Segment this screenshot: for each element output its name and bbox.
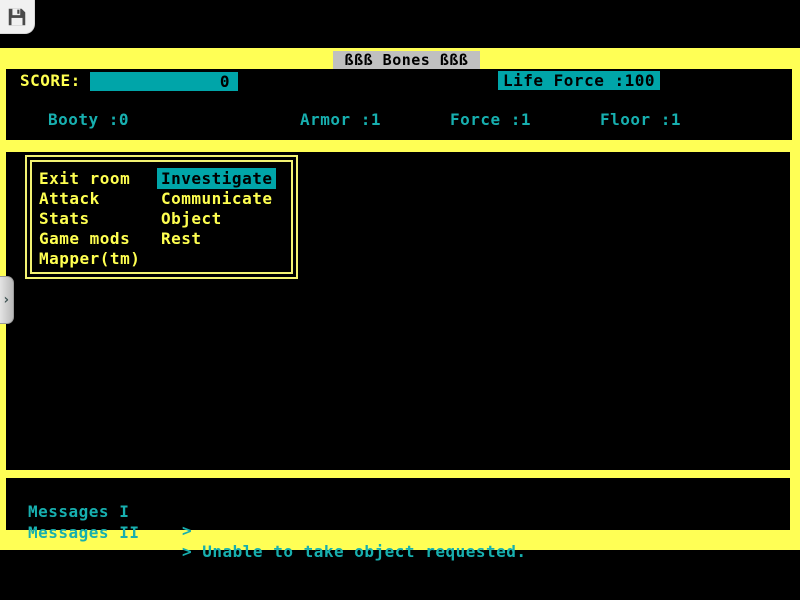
menu-column-left: Exit room Attack Stats Game mods Mapper(…	[39, 169, 140, 269]
menu-item-investigate[interactable]: Investigate	[161, 169, 276, 189]
stat-force: Force :1	[450, 110, 531, 129]
stat-floor: Floor :1	[600, 110, 681, 129]
game-title: ßßß Bones ßßß	[333, 51, 480, 69]
score-bar: 0	[90, 72, 238, 91]
menu-item-attack[interactable]: Attack	[39, 189, 140, 209]
life-force-badge: Life Force :100	[498, 71, 660, 90]
menu-item-object[interactable]: Object	[161, 209, 276, 229]
message-row: Messages II > Unable to take object requ…	[6, 504, 47, 580]
menu-item-communicate[interactable]: Communicate	[161, 189, 276, 209]
menu-item-rest[interactable]: Rest	[161, 229, 276, 249]
menu-item-exit-room[interactable]: Exit room	[39, 169, 140, 189]
messages-2-label: Messages II	[28, 523, 178, 542]
menu-column-right: Investigate Communicate Object Rest	[161, 169, 276, 249]
save-button[interactable]	[0, 0, 35, 34]
floppy-disk-icon	[6, 6, 28, 28]
selected-menu-highlight: Investigate	[157, 168, 276, 189]
stat-booty: Booty :0	[48, 110, 129, 129]
menu-item-stats[interactable]: Stats	[39, 209, 140, 229]
messages-panel: Messages I > Messages II > Unable to tak…	[6, 478, 790, 530]
stat-armor: Armor :1	[300, 110, 381, 129]
messages-1-text: >	[182, 521, 782, 540]
messages-1-label: Messages I	[28, 502, 178, 521]
side-drawer-tab[interactable]: ›	[0, 276, 14, 324]
command-menu: Exit room Attack Stats Game mods Mapper(…	[25, 155, 298, 279]
menu-item-game-mods[interactable]: Game mods	[39, 229, 140, 249]
hud-panel: SCORE: 0 Life Force :100 Booty :0 Armor …	[6, 69, 792, 140]
command-menu-inner: Exit room Attack Stats Game mods Mapper(…	[30, 160, 293, 274]
bones-game-window: { "colors": { "frame_yellow": "#FFFF55",…	[0, 0, 800, 600]
room-panel: Exit room Attack Stats Game mods Mapper(…	[6, 152, 790, 470]
score-label: SCORE:	[20, 71, 81, 90]
messages-2-text: > Unable to take object requested.	[182, 542, 782, 561]
menu-item-mapper[interactable]: Mapper(tm)	[39, 249, 140, 269]
chevron-right-icon: ›	[2, 292, 11, 308]
